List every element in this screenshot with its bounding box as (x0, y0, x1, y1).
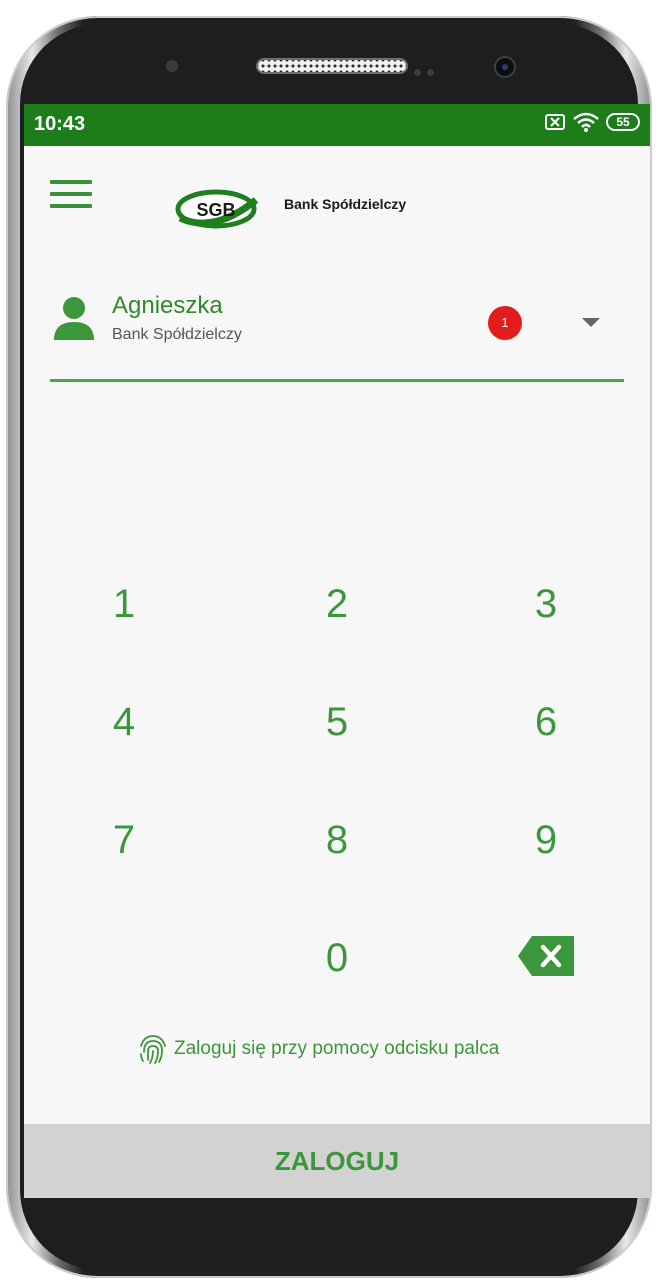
logo-text: SGB (196, 200, 235, 220)
sim-card-off-icon (545, 114, 565, 130)
earpiece-speaker (256, 58, 408, 74)
account-selector[interactable]: Agnieszka Bank Spółdzielczy 1 (24, 274, 650, 384)
chevron-down-icon[interactable] (582, 318, 600, 327)
login-button-label: ZALOGUJ (274, 1146, 400, 1176)
key-2[interactable]: 2 (277, 564, 397, 644)
key-0[interactable]: 0 (277, 918, 397, 998)
fingerprint-login[interactable]: Zaloguj się przy pomocy odcisku palca (136, 1032, 499, 1066)
account-name: Agnieszka (112, 292, 223, 319)
status-time: 10:43 (34, 113, 86, 135)
sensor-dot (166, 60, 178, 72)
status-bar: 10:43 55 (24, 104, 650, 146)
front-camera (494, 56, 516, 78)
fingerprint-icon (140, 1035, 166, 1064)
battery-indicator: 55 (606, 113, 640, 131)
login-button[interactable]: ZALOGUJ (24, 1124, 650, 1198)
key-8[interactable]: 8 (277, 800, 397, 880)
bank-name: Bank Spółdzielczy (284, 196, 407, 212)
sgb-logo: SGB (175, 189, 259, 229)
key-6[interactable]: 6 (486, 682, 606, 762)
status-icons: 55 (544, 112, 640, 132)
key-5[interactable]: 5 (277, 682, 397, 762)
backspace-icon[interactable] (518, 936, 574, 976)
key-3[interactable]: 3 (486, 564, 606, 644)
sensor-dots (414, 63, 440, 76)
wifi-icon (573, 112, 599, 132)
account-underline (50, 379, 624, 382)
menu-icon[interactable] (50, 180, 92, 212)
fingerprint-label: Zaloguj się przy pomocy odcisku palca (174, 1038, 500, 1059)
key-4[interactable]: 4 (64, 682, 184, 762)
key-1[interactable]: 1 (64, 564, 184, 644)
app-header: SGB Bank Spółdzielczy (24, 146, 650, 236)
person-icon (54, 297, 94, 340)
notification-badge[interactable]: 1 (488, 306, 522, 340)
key-7[interactable]: 7 (64, 800, 184, 880)
key-9[interactable]: 9 (486, 800, 606, 880)
app-screen: 10:43 55 SGB Bank Spółdzielczy Agnieszka… (24, 104, 650, 1198)
account-bank: Bank Spółdzielczy (112, 326, 242, 343)
